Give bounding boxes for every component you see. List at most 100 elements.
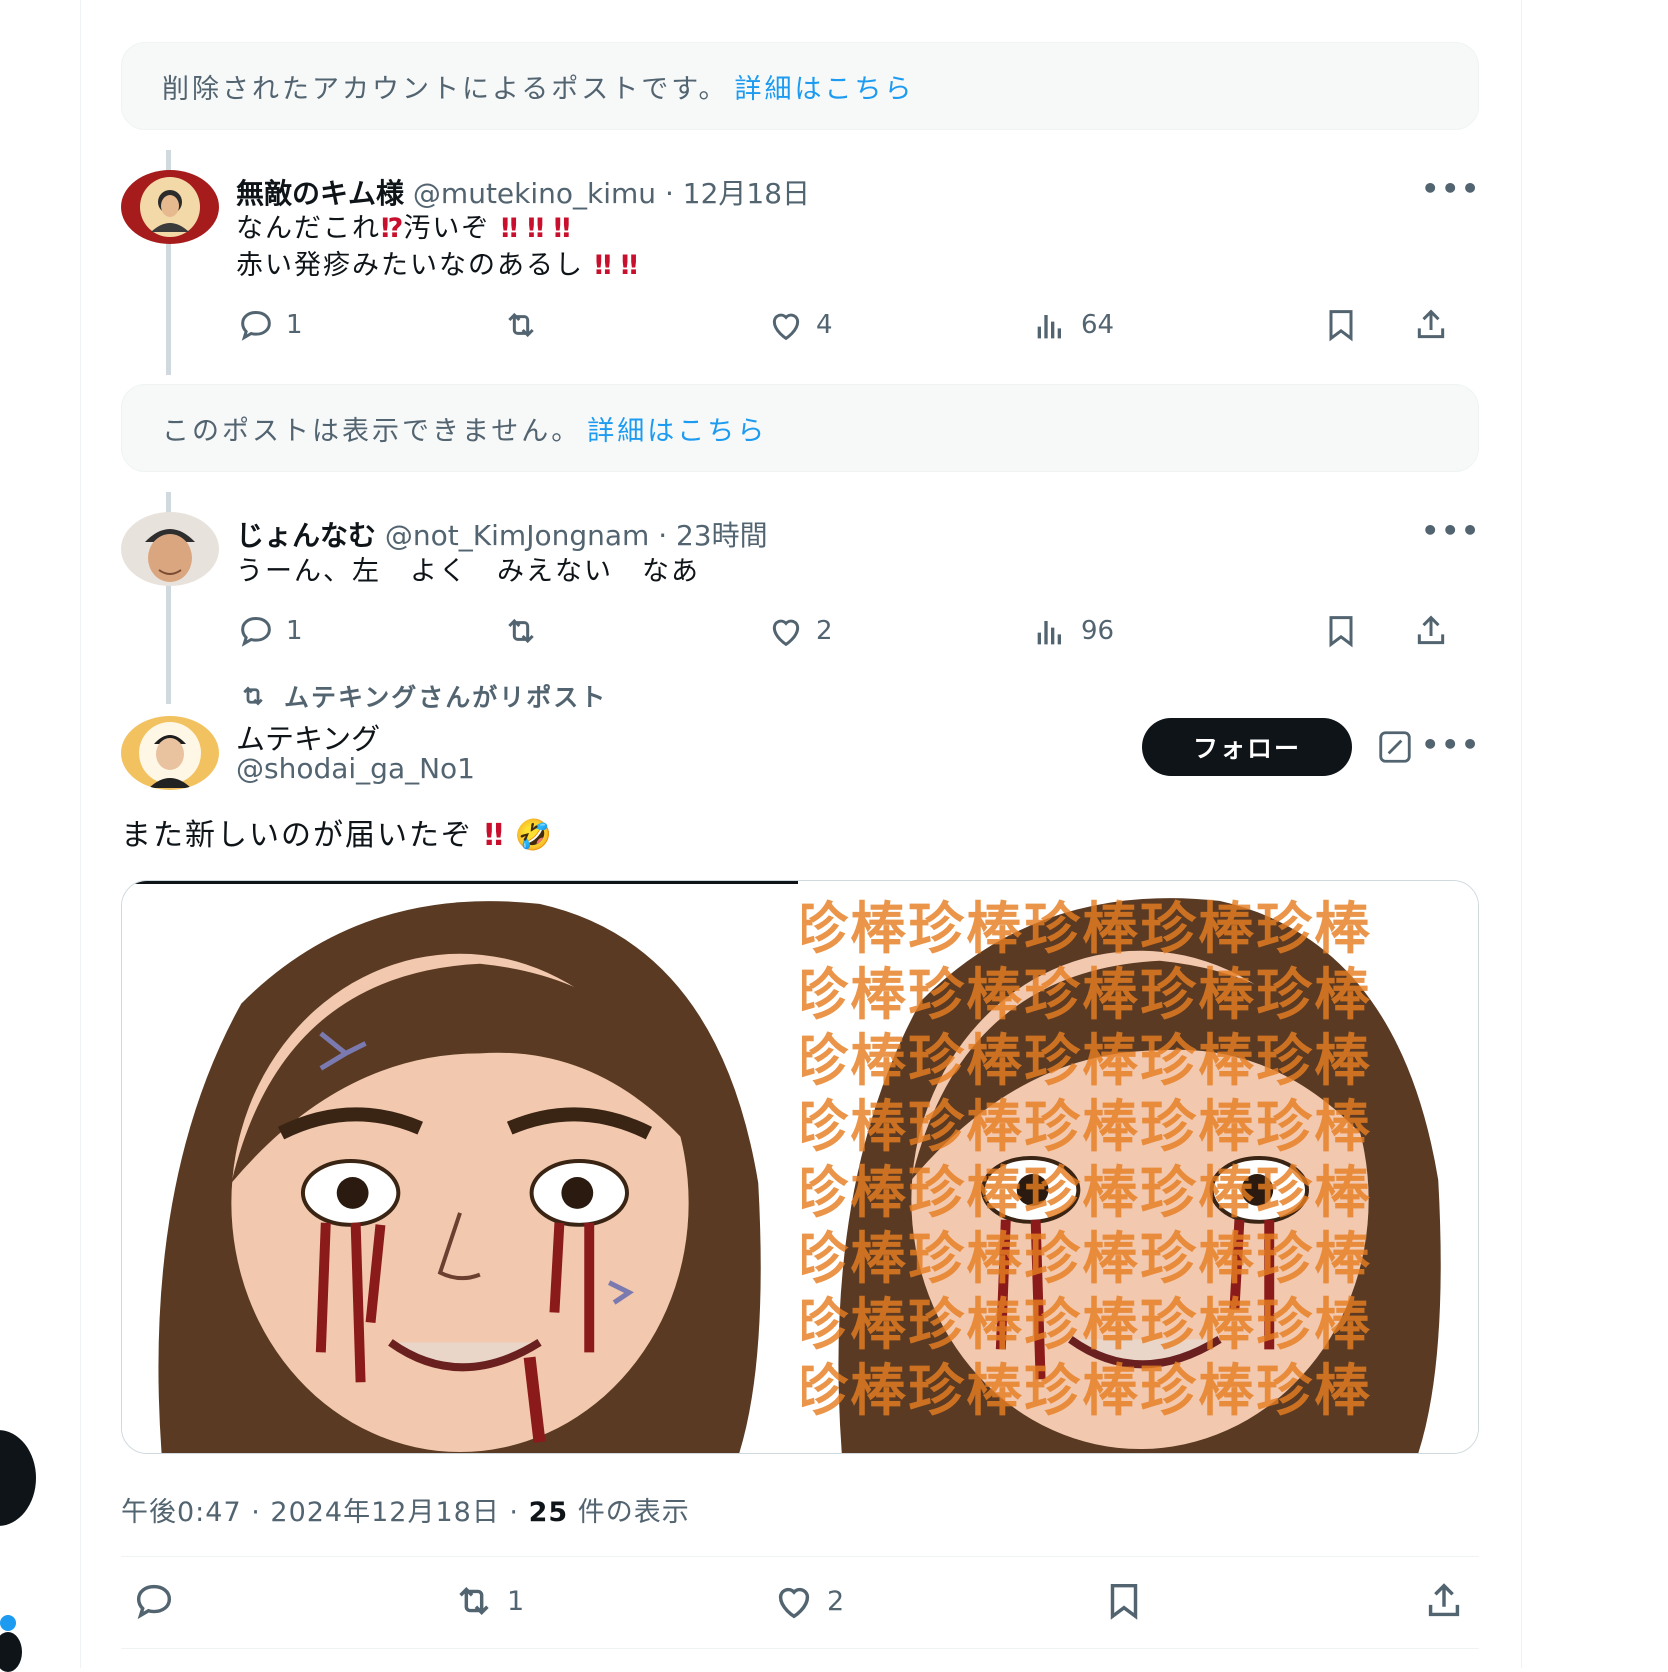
like-count: 4	[816, 310, 833, 340]
media-image-1[interactable]	[122, 881, 798, 1453]
timeline-column: 削除されたアカウントによるポストです。 詳細はこちら 無敵のキム様 @mutek…	[80, 0, 1522, 1668]
deleted-post-notice: 削除されたアカウントによるポストです。 詳細はこちら	[121, 42, 1479, 130]
interrobang-emoji: ⁉	[381, 213, 404, 244]
divider	[121, 1648, 1479, 1649]
notice-text: 削除されたアカウントによるポストです。	[162, 73, 729, 105]
watermark-row: 珍棒珍棒珍棒珍棒珍棒	[798, 897, 1372, 962]
handle[interactable]: @mutekino_kimu	[413, 177, 656, 210]
like-button[interactable]: 2	[771, 1578, 844, 1624]
repost-button[interactable]: 1	[451, 1578, 524, 1624]
reply-button[interactable]	[131, 1578, 187, 1624]
post-text-part: 赤い発疹みたいなのあるし	[236, 250, 584, 281]
views-icon	[1037, 315, 1061, 339]
views-count: 64	[1081, 310, 1115, 340]
repost-icon	[459, 1587, 489, 1615]
bookmark-button[interactable]	[1321, 305, 1361, 345]
like-button[interactable]: 2	[766, 611, 833, 651]
share-button[interactable]	[1411, 611, 1451, 651]
laughing-emoji: 🤣	[514, 818, 555, 853]
share-icon	[1417, 309, 1445, 339]
share-button[interactable]	[1421, 1578, 1467, 1624]
left-nav-edge	[0, 0, 80, 1672]
post-text: うーん、左 よく みえない なあ	[236, 556, 700, 587]
grok-icon[interactable]	[1376, 728, 1414, 766]
post-text: なんだこれ⁉汚いぞ ‼ ‼ ‼ 赤い発疹みたいなのあるし ‼ ‼	[236, 210, 638, 284]
reply-button[interactable]: 1	[236, 305, 303, 345]
share-icon	[1428, 1583, 1460, 1617]
watermark-row: 珍棒珍棒珍棒珍棒珍棒	[798, 1293, 1372, 1358]
watermark-row: 珍棒珍棒珍棒珍棒珍棒	[798, 1359, 1372, 1424]
reply-count: 1	[286, 616, 303, 646]
post-text-part: 汚いぞ	[403, 213, 491, 244]
media-image-2[interactable]: 珍棒珍棒珍棒珍棒珍棒 珍棒珍棒珍棒珍棒珍棒 珍棒珍棒珍棒珍棒珍棒 珍棒珍棒珍棒珍…	[798, 881, 1478, 1453]
post-header: じょんなむ @not_KimJongnam · 23時間	[236, 514, 768, 554]
account-avatar-fragment[interactable]	[0, 1632, 22, 1672]
action-bar: 1 4 64	[236, 305, 1476, 345]
learn-more-link[interactable]: 詳細はこちら	[735, 67, 915, 106]
repost-indicator[interactable]: ムテキングさんがリポスト	[236, 678, 607, 714]
post-header: 無敵のキム様 @mutekino_kimu · 12月18日	[236, 172, 810, 212]
post-text-part: また新しいのが届いたぞ	[121, 818, 473, 853]
repost-button[interactable]	[501, 611, 551, 651]
watermark-text: 珍棒珍棒珍棒珍棒珍棒 珍棒珍棒珍棒珍棒珍棒 珍棒珍棒珍棒珍棒珍棒 珍棒珍棒珍棒珍…	[798, 897, 1478, 1425]
handle[interactable]: @shodai_ga_No1	[236, 752, 475, 785]
drawn-face-image	[122, 884, 798, 1453]
post-text: また新しいのが届いたぞ ‼ 🤣	[121, 817, 554, 854]
learn-more-link[interactable]: 詳細はこちら	[587, 409, 767, 448]
views-button[interactable]: 96	[1031, 611, 1114, 651]
exclamation-emoji: ‼ ‼ ‼	[500, 213, 571, 244]
views-count: 25	[528, 1497, 569, 1528]
more-icon[interactable]: •••	[1421, 514, 1481, 547]
views-count: 96	[1081, 616, 1115, 646]
bookmark-button[interactable]	[1101, 1578, 1147, 1624]
reply-count: 1	[286, 310, 303, 340]
reply-button[interactable]: 1	[236, 611, 303, 651]
share-button[interactable]	[1411, 305, 1451, 345]
like-icon	[772, 313, 800, 341]
post-date[interactable]: · 23時間	[658, 519, 767, 552]
repost-icon	[508, 312, 534, 338]
post-time[interactable]: 午後0:47	[121, 1497, 242, 1528]
unavailable-post-notice: このポストは表示できません。 詳細はこちら	[121, 384, 1479, 472]
exclamation-emoji: ‼ ‼	[594, 250, 638, 281]
views-button[interactable]: 64	[1031, 305, 1114, 345]
notification-dot	[0, 1615, 16, 1631]
like-count: 2	[816, 616, 833, 646]
avatar[interactable]	[121, 170, 219, 244]
bookmark-icon	[1329, 616, 1353, 648]
more-icon[interactable]: •••	[1421, 728, 1481, 761]
reply-icon	[241, 616, 271, 647]
media-grid: 珍棒珍棒珍棒珍棒珍棒 珍棒珍棒珍棒珍棒珍棒 珍棒珍棒珍棒珍棒珍棒 珍棒珍棒珍棒珍…	[121, 880, 1479, 1454]
notice-text: このポストは表示できません。	[162, 415, 582, 447]
reply-icon	[136, 1584, 172, 1620]
post-date[interactable]: · 12月18日	[665, 177, 810, 210]
repost-label: ムテキングさんがリポスト	[284, 683, 608, 712]
avatar[interactable]	[121, 512, 219, 586]
display-name[interactable]: 無敵のキム様	[236, 177, 404, 210]
reply-icon	[241, 310, 271, 341]
share-icon	[1417, 615, 1445, 645]
views-icon	[1037, 621, 1061, 645]
watermark-row: 珍棒珍棒珍棒珍棒珍棒	[798, 1161, 1372, 1226]
bookmark-icon	[1110, 1583, 1138, 1620]
action-bar: 1 2	[121, 1578, 1479, 1624]
like-button[interactable]: 4	[766, 305, 833, 345]
watermark-row: 珍棒珍棒珍棒珍棒珍棒	[798, 1227, 1372, 1292]
watermark-row: 珍棒珍棒珍棒珍棒珍棒	[798, 963, 1372, 1028]
like-icon	[772, 619, 800, 647]
post-text-part: なんだこれ	[236, 213, 381, 244]
divider	[121, 1556, 1479, 1557]
watermark-row: 珍棒珍棒珍棒珍棒珍棒	[798, 1029, 1372, 1094]
post-timestamp: 午後0:47 · 2024年12月18日 · 25 件の表示	[121, 1497, 690, 1528]
handle[interactable]: @not_KimJongnam	[385, 519, 649, 552]
compose-fab-fragment[interactable]	[0, 1430, 36, 1526]
more-icon[interactable]: •••	[1421, 172, 1481, 205]
follow-button[interactable]: フォロー	[1142, 718, 1352, 776]
repost-button[interactable]	[501, 305, 551, 345]
post-date[interactable]: 2024年12月18日	[270, 1497, 499, 1528]
action-bar: 1 2 96	[236, 611, 1476, 651]
views-label: 件の表示	[577, 1497, 690, 1528]
bookmark-button[interactable]	[1321, 611, 1361, 651]
avatar[interactable]	[121, 716, 219, 790]
display-name[interactable]: じょんなむ	[236, 519, 376, 552]
